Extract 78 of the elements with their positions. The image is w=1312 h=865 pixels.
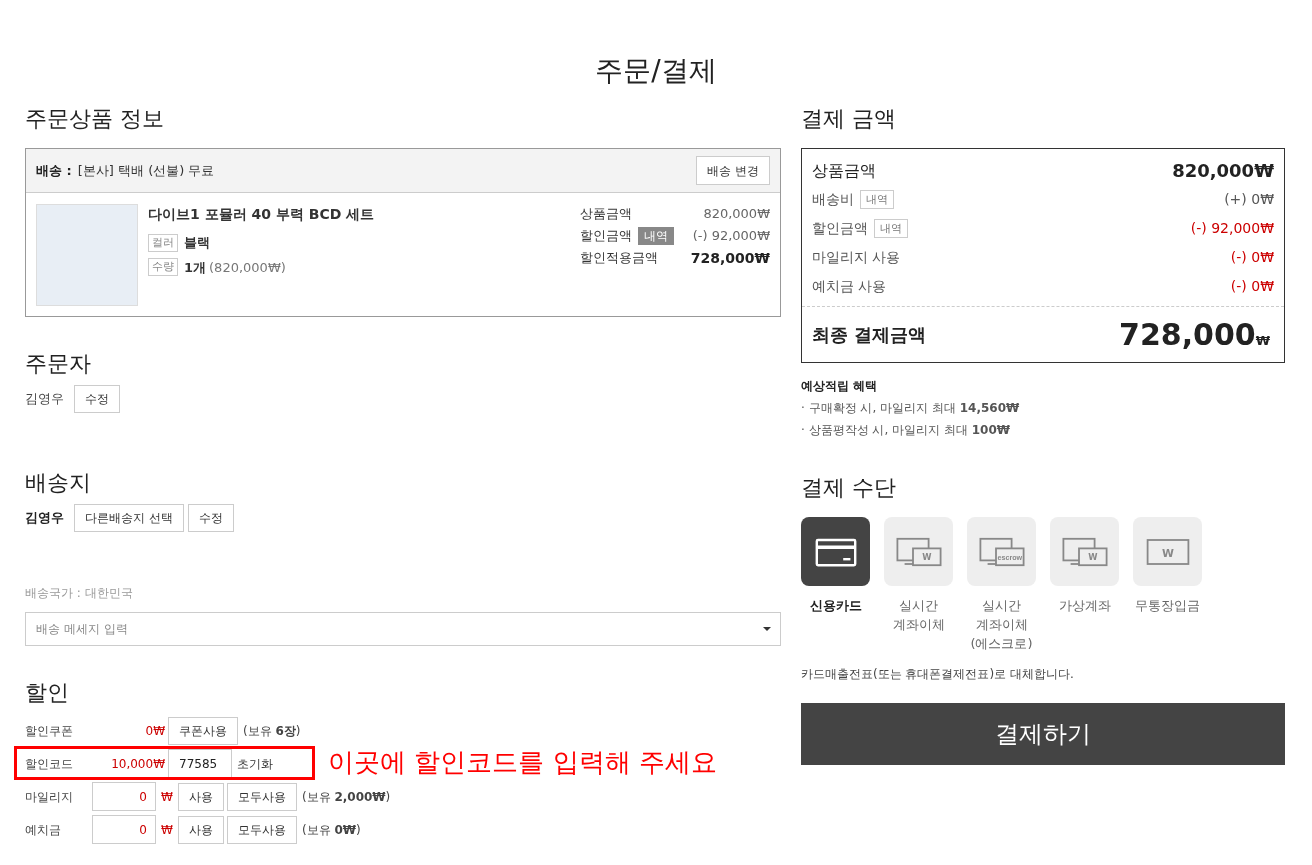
page-title: 주문/결제 bbox=[594, 53, 718, 89]
holding-note: (보유 2,000₩) bbox=[301, 788, 391, 806]
action-button[interactable]: 모두사용 bbox=[226, 815, 297, 844]
total-amount: 728,000 bbox=[1119, 316, 1256, 354]
recipient-name: 김영우 bbox=[25, 509, 64, 528]
orderer-name: 김영우 bbox=[25, 390, 64, 409]
price-value: (-) 92,000₩ bbox=[692, 227, 770, 246]
payment-method-label: 실시간 계좌이체 (에스크로) bbox=[970, 597, 1033, 653]
price-value: 820,000₩ bbox=[703, 205, 770, 224]
discount-label: 할인쿠폰 bbox=[25, 722, 74, 740]
payment-method-tile[interactable] bbox=[801, 517, 870, 586]
shipping-country: 배송국가 : 대한민국 bbox=[25, 585, 134, 602]
currency-unit: ₩ bbox=[161, 788, 173, 806]
discount-label: 예치금 bbox=[25, 821, 62, 839]
price-label: 상품금액 bbox=[580, 205, 632, 224]
code-input[interactable]: 77585 bbox=[168, 749, 232, 778]
summary-value: (-) 92,000₩ bbox=[1190, 219, 1274, 238]
summary-value: 820,000₩ bbox=[1172, 159, 1274, 183]
benefits-title: 예상적립 혜택 bbox=[801, 378, 879, 395]
payment-method-label: 신용카드 bbox=[809, 597, 862, 615]
summary-value: (-) 0₩ bbox=[1230, 248, 1274, 267]
dropdown-caret-icon bbox=[763, 627, 771, 631]
payment-method-label: 무통장입금 bbox=[1135, 597, 1200, 615]
holding-note: (보유 0₩) bbox=[301, 821, 361, 839]
option-value: 1개 bbox=[184, 258, 207, 277]
action-button[interactable]: 사용 bbox=[177, 782, 224, 811]
discount-label: 마일리지 bbox=[25, 788, 74, 806]
message-select[interactable]: 배송 메세지 입력 bbox=[25, 612, 781, 646]
section-heading: 배송지 bbox=[25, 469, 92, 497]
section-heading: 할인 bbox=[25, 679, 70, 707]
discount-label: 할인코드 bbox=[25, 755, 74, 773]
section-heading: 결제 금액 bbox=[801, 105, 897, 133]
summary-label: 할인금액 bbox=[812, 219, 868, 238]
discount-amount: 10,000₩ bbox=[110, 755, 165, 773]
history-badge: 내역 bbox=[638, 227, 674, 245]
action-button[interactable]: 배송 변경 bbox=[696, 156, 770, 185]
summary-label: 예치금 사용 bbox=[812, 277, 887, 296]
payment-method-label: 가상계좌 bbox=[1058, 597, 1111, 615]
history-badge[interactable]: 내역 bbox=[860, 190, 894, 209]
holding-note: (보유 6장) bbox=[243, 722, 301, 740]
price-label: 할인금액 bbox=[580, 227, 632, 246]
price-value: 728,000₩ bbox=[690, 248, 770, 268]
total-label: 최종 결제금액 bbox=[812, 323, 927, 347]
action-button[interactable]: 다른배송지 선택 bbox=[74, 504, 184, 532]
annotation-text: 이곳에 할인코드를 입력해 주세요 bbox=[328, 746, 717, 779]
shipping-label: 배송 : bbox=[36, 161, 72, 180]
currency-unit: ₩ bbox=[1255, 333, 1270, 348]
reset-button[interactable]: 초기화 bbox=[237, 754, 273, 773]
summary-value: (-) 0₩ bbox=[1230, 277, 1274, 296]
price-label: 할인적용금액 bbox=[580, 249, 658, 268]
section-heading: 결제 수단 bbox=[801, 474, 897, 502]
action-button[interactable]: 모두사용 bbox=[226, 782, 297, 811]
section-heading: 주문자 bbox=[25, 350, 92, 378]
action-button[interactable]: 수정 bbox=[187, 504, 234, 532]
summary-value: (+) 0₩ bbox=[1224, 190, 1274, 209]
discount-amount: 0₩ bbox=[144, 722, 165, 740]
option-detail: (820,000₩) bbox=[209, 258, 286, 277]
pay-button[interactable]: 결제하기 bbox=[801, 703, 1285, 765]
benefit-item: · 구매확정 시, 마일리지 최대 14,560₩ bbox=[801, 400, 1021, 417]
payment-method-label: 실시간 계좌이체 bbox=[892, 597, 945, 634]
section-heading: 주문상품 정보 bbox=[25, 105, 165, 133]
action-button[interactable]: 수정 bbox=[74, 385, 120, 413]
option-value: 블랙 bbox=[184, 234, 210, 252]
summary-label: 배송비 bbox=[812, 190, 854, 209]
product-name: 다이브1 포뮬러 40 부력 BCD 세트 bbox=[148, 205, 376, 224]
option-tag: 컬러 bbox=[148, 233, 178, 252]
shipping-method: [본사] 택배 (선불) 무료 bbox=[77, 161, 215, 180]
receipt-note: 카드매출전표(또는 휴대폰결제전표)로 대체합니다. bbox=[801, 666, 1075, 683]
action-button[interactable]: 사용 bbox=[177, 815, 224, 844]
currency-unit: ₩ bbox=[161, 821, 173, 839]
history-badge[interactable]: 내역 bbox=[874, 219, 908, 238]
benefit-item: · 상품평작성 시, 마일리지 최대 100₩ bbox=[801, 422, 1011, 439]
amount-input[interactable]: 0 bbox=[92, 782, 156, 811]
summary-label: 마일리지 사용 bbox=[812, 248, 901, 267]
action-button[interactable]: 쿠폰사용 bbox=[168, 716, 238, 745]
amount-input[interactable]: 0 bbox=[92, 815, 156, 844]
option-tag: 수량 bbox=[148, 258, 178, 277]
summary-label: 상품금액 bbox=[812, 159, 876, 182]
